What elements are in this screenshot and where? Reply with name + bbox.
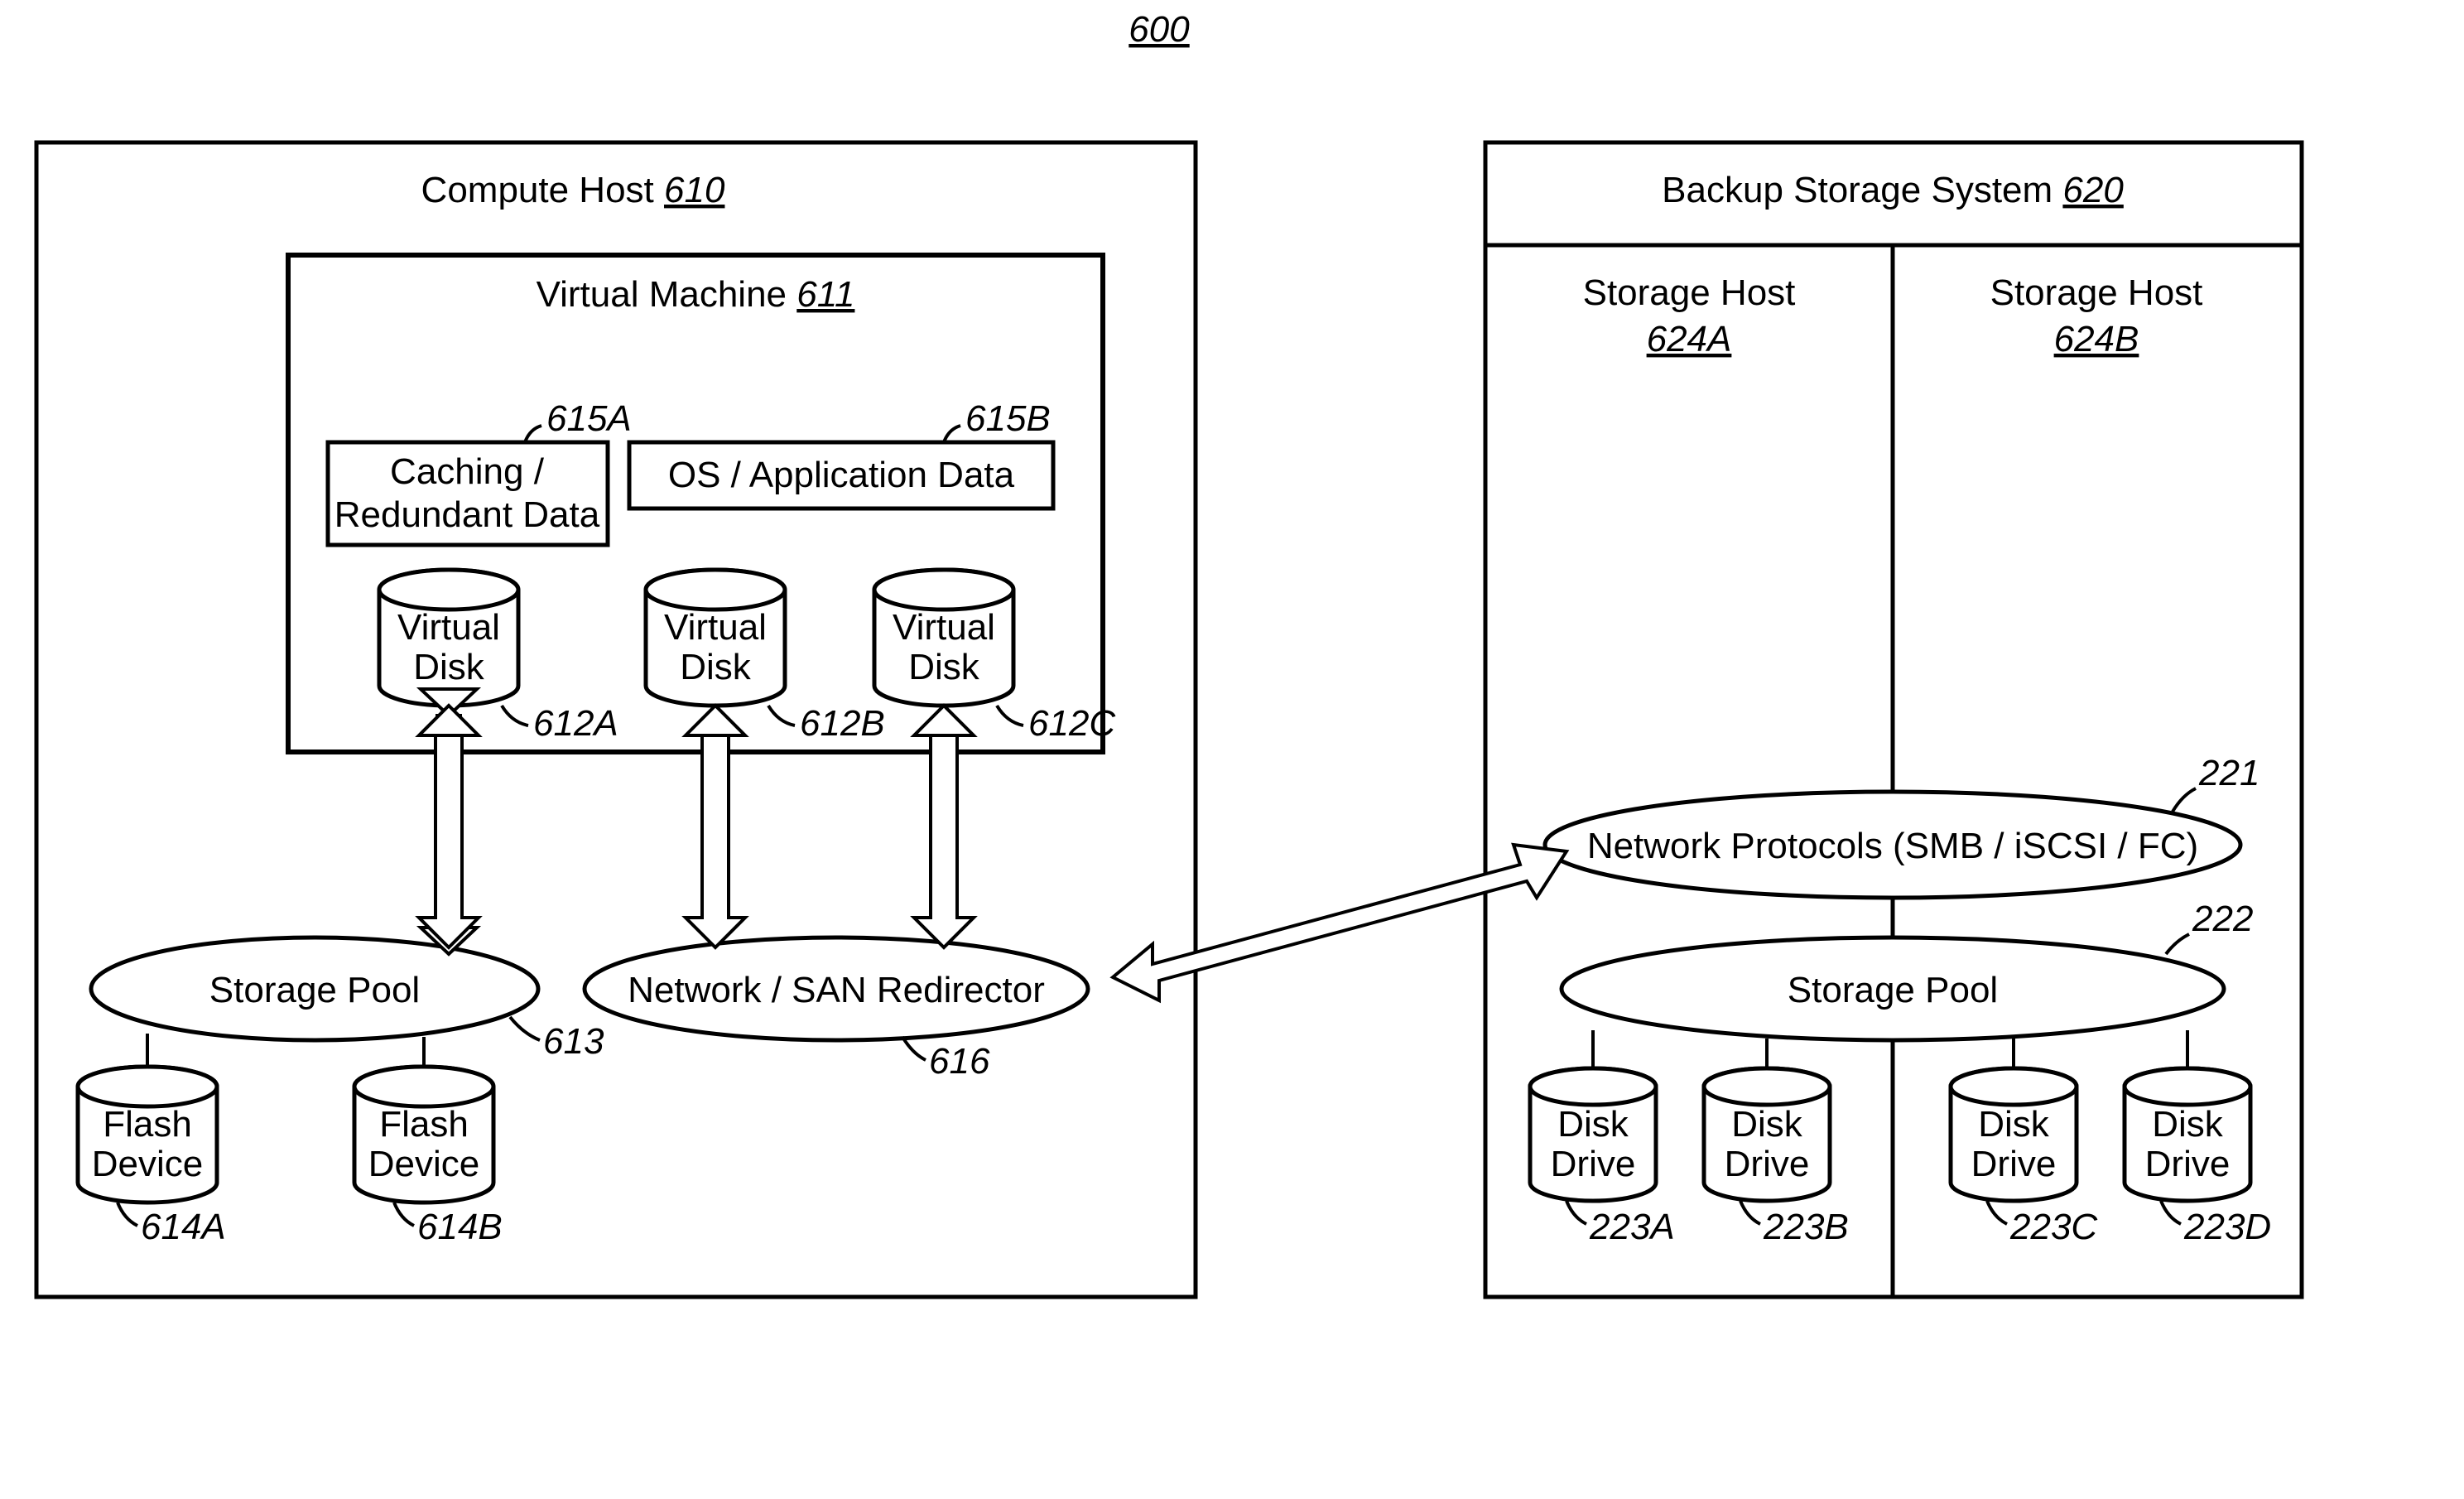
- vdisk-c-ref: 612C: [1028, 703, 1116, 744]
- flash-b: Flash Device: [354, 1067, 493, 1203]
- dd-c-l1: Disk: [1978, 1104, 2050, 1145]
- redirector-ref: 616: [929, 1041, 990, 1082]
- vdisk-b-t1: Virtual: [664, 607, 767, 648]
- vdisk-a-t1: Virtual: [397, 607, 500, 648]
- dd-a-ref: 223A: [1589, 1207, 1675, 1247]
- vdisk-b: Virtual Disk: [646, 570, 785, 706]
- dd-b-l1: Disk: [1731, 1104, 1803, 1145]
- caching-line2: Redundant Data: [334, 494, 600, 535]
- vdisk-b-t2: Disk: [680, 647, 752, 687]
- osdata-leader: [944, 426, 960, 442]
- flash-a-leader: [118, 1203, 137, 1226]
- dd-c-l2: Drive: [1971, 1144, 2057, 1184]
- flash-b-l1: Flash: [379, 1104, 469, 1145]
- dd-d-ref: 223D: [2183, 1207, 2271, 1247]
- backup-ref: 620: [2062, 170, 2124, 210]
- shost-b-title: Storage Host: [1990, 272, 2203, 313]
- vdisk-b-leader: [768, 706, 795, 725]
- flash-a-l1: Flash: [103, 1104, 192, 1145]
- compute-host-title: Compute Host 610: [421, 170, 725, 210]
- pool-left-ref: 613: [543, 1021, 604, 1062]
- vdisk-c-t1: Virtual: [893, 607, 995, 648]
- redirector-leader: [902, 1037, 926, 1060]
- dd-b-l2: Drive: [1725, 1144, 1810, 1184]
- arrow-redir-netproto: [1113, 845, 1566, 1000]
- dd-d-l1: Disk: [2152, 1104, 2224, 1145]
- shost-a-ref: 624A: [1647, 319, 1732, 359]
- netproto-ref: 221: [2198, 753, 2259, 793]
- osdata-label: OS / Application Data: [668, 455, 1015, 495]
- caching-leader: [525, 426, 541, 442]
- flash-b-ref: 614B: [417, 1207, 503, 1247]
- dd-d-leader: [2161, 1201, 2181, 1224]
- caching-line1: Caching /: [390, 451, 545, 492]
- arrow-vdb-redir: [686, 706, 745, 947]
- vdisk-a-ref: 612A: [533, 703, 618, 744]
- caching-ref: 615A: [546, 398, 632, 439]
- flash-b-leader: [394, 1203, 414, 1226]
- dd-b-ref: 223B: [1763, 1207, 1849, 1247]
- flash-a-ref: 614A: [141, 1207, 226, 1247]
- dd-b-leader: [1740, 1201, 1760, 1224]
- vdisk-a-leader: [502, 706, 528, 725]
- vdisk-a-t2: Disk: [413, 647, 485, 687]
- flash-a: Flash Device: [78, 1067, 217, 1203]
- arrow-vda-pool: [419, 706, 479, 947]
- vdisk-c-leader: [997, 706, 1023, 725]
- diagram-root: 600 Compute Host 610 Virtual Machine 611…: [0, 0, 2464, 1499]
- osdata-ref: 615B: [965, 398, 1051, 439]
- netproto-label: Network Protocols (SMB / iSCSI / FC): [1587, 826, 2198, 866]
- dd-d: Disk Drive: [2125, 1068, 2250, 1201]
- flash-a-l2: Device: [92, 1144, 204, 1184]
- flash-b-l2: Device: [368, 1144, 480, 1184]
- vdisk-c-t2: Disk: [908, 647, 980, 687]
- dd-a-leader: [1566, 1201, 1586, 1224]
- redirector-label: Network / SAN Redirector: [628, 970, 1045, 1010]
- dd-c-ref: 223C: [2009, 1207, 2098, 1247]
- dd-b: Disk Drive: [1704, 1068, 1830, 1201]
- pool-left-leader: [510, 1017, 540, 1040]
- shost-a-title: Storage Host: [1583, 272, 1796, 313]
- dd-a-l2: Drive: [1551, 1144, 1636, 1184]
- vdisk-a: Virtual Disk: [379, 570, 518, 706]
- storage-pool-right-label: Storage Pool: [1788, 970, 1998, 1010]
- vm-title: Virtual Machine 611: [537, 274, 855, 315]
- dd-d-l2: Drive: [2145, 1144, 2231, 1184]
- dd-a: Disk Drive: [1530, 1068, 1656, 1201]
- dd-a-l1: Disk: [1557, 1104, 1629, 1145]
- vm-ref: 611: [796, 274, 854, 315]
- figure-number: 600: [1129, 9, 1190, 50]
- shost-b-ref: 624B: [2054, 319, 2139, 359]
- dd-c-leader: [1987, 1201, 2007, 1224]
- storage-pool-left-label: Storage Pool: [209, 970, 420, 1010]
- pool-right-leader: [2166, 934, 2189, 954]
- backup-title: Backup Storage System 620: [1662, 170, 2124, 210]
- vdisk-b-ref: 612B: [800, 703, 885, 744]
- compute-host-ref: 610: [664, 170, 725, 210]
- vm-title-text: Virtual Machine: [537, 274, 787, 315]
- pool-right-ref: 222: [2192, 899, 2253, 939]
- dd-c: Disk Drive: [1951, 1068, 2077, 1201]
- vdisk-c: Virtual Disk: [874, 570, 1013, 706]
- netproto-leader: [2173, 788, 2196, 812]
- backup-title-text: Backup Storage System: [1662, 170, 2053, 210]
- arrow-vdc-redir: [914, 706, 974, 947]
- compute-host-title-text: Compute Host: [421, 170, 654, 210]
